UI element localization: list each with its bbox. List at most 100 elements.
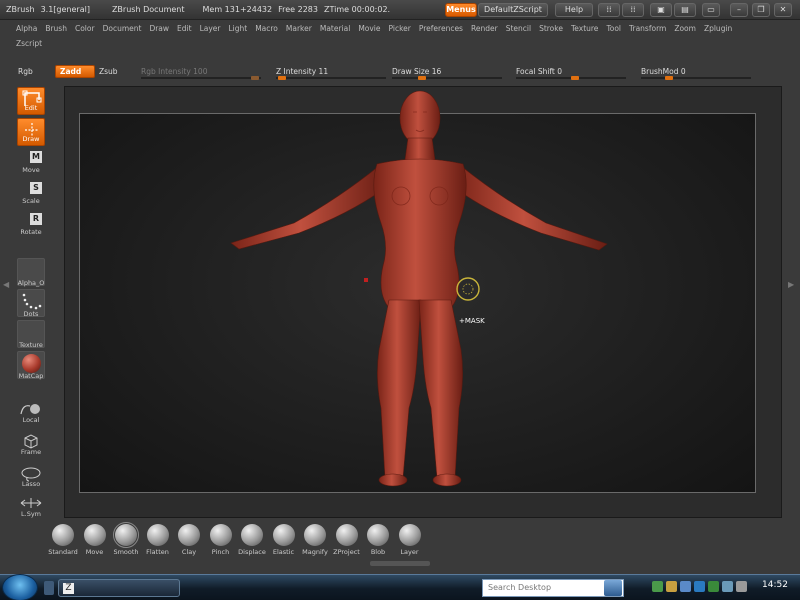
menu-brush[interactable]: Brush bbox=[45, 24, 67, 33]
layout-icon-2[interactable]: ⁞⁞ bbox=[622, 3, 644, 17]
lock-icon[interactable]: ▭ bbox=[702, 3, 720, 17]
rgb-toggle[interactable]: Rgb bbox=[18, 67, 33, 76]
menu-picker[interactable]: Picker bbox=[389, 24, 411, 33]
menu-layer[interactable]: Layer bbox=[200, 24, 221, 33]
close-icon[interactable]: ✕ bbox=[774, 3, 792, 17]
menu-texture[interactable]: Texture bbox=[571, 24, 598, 33]
draw-size-track[interactable] bbox=[392, 76, 502, 80]
matcap-sphere-icon bbox=[22, 354, 41, 373]
restore-icon[interactable]: ❐ bbox=[752, 3, 770, 17]
menu-marker[interactable]: Marker bbox=[286, 24, 312, 33]
menu-edit[interactable]: Edit bbox=[177, 24, 192, 33]
brush-shelf: Standard Move Smooth Flatten Clay Pinch Displa… bbox=[48, 522, 428, 560]
minimize-icon[interactable]: – bbox=[730, 3, 748, 17]
lsym-label: L.Sym bbox=[21, 510, 41, 518]
menu-preferences[interactable]: Preferences bbox=[419, 24, 463, 33]
windows-taskbar: Z Search Desktop 14:52 bbox=[0, 574, 800, 600]
app-name: ZBrush bbox=[6, 5, 35, 14]
rgb-intensity-knob[interactable] bbox=[251, 76, 259, 80]
brush-pinch-icon bbox=[209, 524, 232, 546]
tray-app-icon[interactable] bbox=[694, 581, 705, 592]
brush-clay-icon bbox=[178, 524, 200, 546]
menu-zplugin[interactable]: Zplugin bbox=[704, 24, 732, 33]
menu-zscript[interactable]: Zscript bbox=[16, 39, 42, 48]
move-icon: M bbox=[30, 151, 42, 163]
tray-volume-icon[interactable] bbox=[736, 581, 747, 592]
focal-shift-knob[interactable] bbox=[571, 76, 579, 80]
tray-update-icon[interactable] bbox=[680, 581, 691, 592]
brushmod-knob[interactable] bbox=[665, 76, 673, 80]
menu-alpha[interactable]: Alpha bbox=[16, 24, 37, 33]
brushmod-track[interactable] bbox=[641, 76, 751, 80]
symmetry-arrows-icon bbox=[20, 498, 42, 508]
draw-label: Draw bbox=[22, 135, 40, 143]
right-tray-arrow-icon[interactable]: ▶ bbox=[788, 280, 796, 310]
focal-shift-track[interactable] bbox=[516, 76, 626, 80]
z-intensity-slider[interactable]: Z Intensity 11 bbox=[276, 67, 328, 76]
layout-icon-4[interactable]: ▤ bbox=[674, 3, 696, 17]
texture-label: Texture bbox=[19, 341, 43, 349]
rgb-intensity-track[interactable] bbox=[141, 76, 261, 80]
menu-stencil[interactable]: Stencil bbox=[506, 24, 531, 33]
menu-row-1: Alpha Brush Color Document Draw Edit Layer Ligh… bbox=[16, 24, 740, 33]
menu-transform[interactable]: Transform bbox=[629, 24, 666, 33]
tray-security-icon[interactable] bbox=[666, 581, 677, 592]
tray-network-icon[interactable] bbox=[652, 581, 663, 592]
taskbar-zbrush-item[interactable]: Z bbox=[58, 579, 180, 597]
shelf-scroll-handle[interactable] bbox=[370, 561, 430, 566]
menu-document[interactable]: Document bbox=[103, 24, 142, 33]
dots-label: Dots bbox=[23, 310, 39, 318]
menu-color[interactable]: Color bbox=[75, 24, 95, 33]
rgb-intensity-slider[interactable]: Rgb Intensity 100 bbox=[141, 67, 207, 76]
menus-button[interactable]: Menus bbox=[445, 3, 477, 17]
brush-layer[interactable]: Layer bbox=[395, 522, 425, 556]
menu-movie[interactable]: Movie bbox=[358, 24, 380, 33]
lasso-label: Lasso bbox=[21, 480, 41, 488]
search-desktop-input[interactable]: Search Desktop bbox=[482, 579, 624, 597]
brush-blob-icon bbox=[367, 524, 389, 546]
menu-draw[interactable]: Draw bbox=[149, 24, 169, 33]
menu-tool[interactable]: Tool bbox=[606, 24, 621, 33]
menu-light[interactable]: Light bbox=[228, 24, 247, 33]
brush-standard-icon bbox=[52, 524, 74, 546]
mem-readout: Mem 131+24432 bbox=[202, 5, 273, 14]
lasso-button[interactable] bbox=[17, 465, 45, 493]
z-intensity-knob[interactable] bbox=[278, 76, 286, 80]
quicklaunch-icon[interactable] bbox=[44, 581, 54, 595]
tray-battery-icon[interactable] bbox=[708, 581, 719, 592]
tool-strip: Rgb Zadd Zsub Rgb Intensity 100 Z Intens… bbox=[0, 62, 800, 82]
human-figure-model[interactable] bbox=[79, 88, 756, 487]
zsub-toggle[interactable]: Zsub bbox=[99, 67, 118, 76]
help-button[interactable]: Help bbox=[555, 3, 593, 17]
left-tray-arrow-icon[interactable]: ◀ bbox=[3, 280, 11, 310]
menu-macro[interactable]: Macro bbox=[255, 24, 278, 33]
brush-displace-icon bbox=[241, 524, 263, 546]
draw-size-slider[interactable]: Draw Size 16 bbox=[392, 67, 441, 76]
search-icon[interactable] bbox=[604, 580, 622, 596]
local-label: Local bbox=[22, 416, 40, 424]
menu-render[interactable]: Render bbox=[471, 24, 498, 33]
brushmod-slider[interactable]: BrushMod 0 bbox=[641, 67, 686, 76]
tray-wifi-icon[interactable] bbox=[722, 581, 733, 592]
document-frame[interactable]: +MASK bbox=[79, 90, 756, 493]
layout-icon-1[interactable]: ⁞⁞ bbox=[598, 3, 620, 17]
brush-magnify-icon bbox=[304, 524, 326, 546]
edit-label: Edit bbox=[24, 104, 38, 112]
lsym-button[interactable] bbox=[17, 495, 45, 523]
zadd-toggle[interactable]: Zadd bbox=[55, 65, 95, 78]
menu-zoom[interactable]: Zoom bbox=[674, 24, 696, 33]
start-orb-icon[interactable] bbox=[2, 574, 38, 600]
focal-shift-slider[interactable]: Focal Shift 0 bbox=[516, 67, 562, 76]
layout-icon-3[interactable]: ▣ bbox=[650, 3, 672, 17]
matcap-label: MatCap bbox=[18, 372, 44, 380]
menu-row-2: Zscript bbox=[16, 39, 50, 48]
menu-stroke[interactable]: Stroke bbox=[539, 24, 563, 33]
draw-size-knob[interactable] bbox=[418, 76, 426, 80]
menu-material[interactable]: Material bbox=[320, 24, 350, 33]
z-intensity-track[interactable] bbox=[276, 76, 386, 80]
taskbar-clock[interactable]: 14:52 bbox=[762, 580, 788, 590]
frame-label: Frame bbox=[20, 448, 42, 456]
brush-elastic-icon bbox=[272, 524, 295, 546]
brush-move-icon bbox=[83, 524, 106, 546]
default-zscript-button[interactable]: DefaultZScript bbox=[478, 3, 548, 17]
